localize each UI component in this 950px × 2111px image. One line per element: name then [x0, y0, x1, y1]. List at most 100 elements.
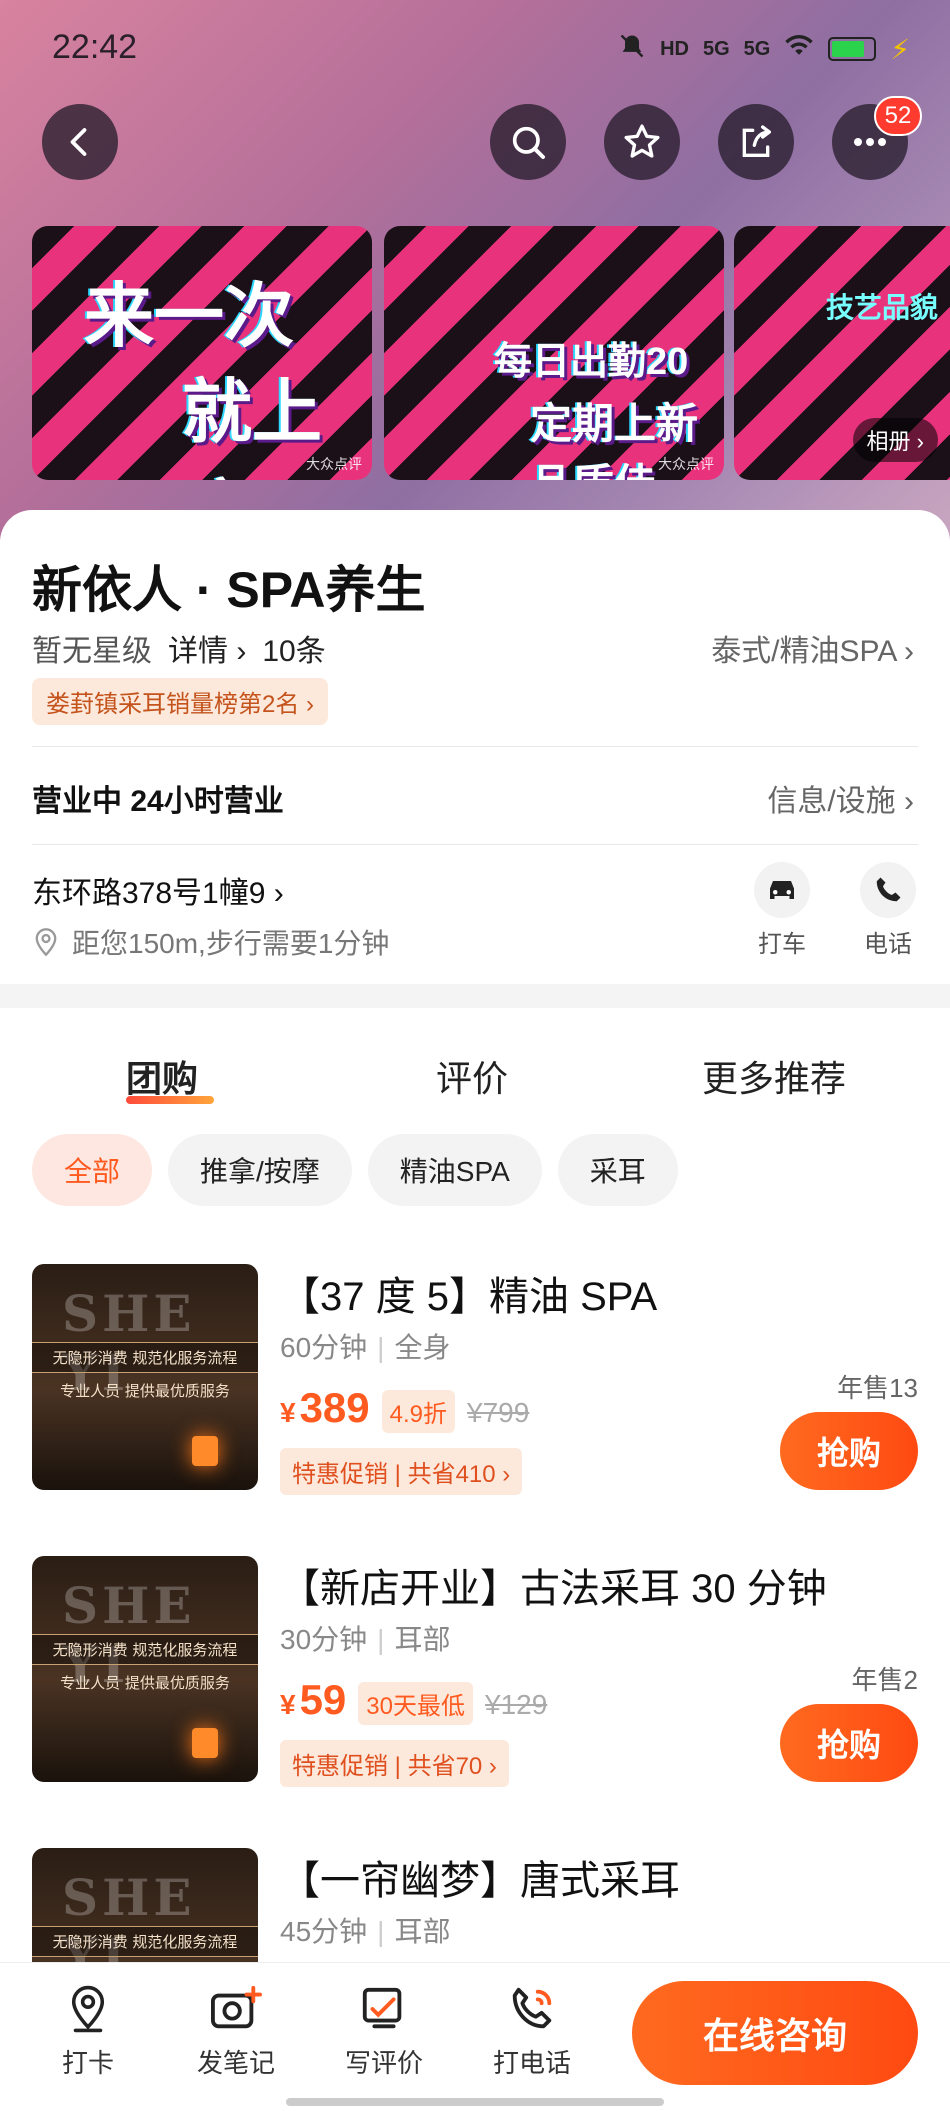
buy-button[interactable]: 抢购 [780, 1704, 918, 1782]
deal-duration: 30分钟 [280, 1624, 368, 1655]
share-icon [742, 125, 771, 157]
hd-icon: HD [660, 37, 689, 60]
promo-tag[interactable]: 特惠促销 | 共省410 › [280, 1448, 523, 1495]
write-review-button[interactable]: 写评价 [324, 1979, 444, 2080]
address-link[interactable]: 东环路378号1幢9 › [32, 868, 284, 912]
detail-link[interactable]: 详情 › [168, 626, 246, 670]
deal-body-part: 耳部 [394, 1624, 451, 1655]
thumb-line-2: 专业人员 提供最优质服务 [60, 1674, 230, 1692]
promo-text: 特惠促销 | 共省70 [292, 1753, 483, 1780]
wifi-icon [784, 34, 814, 64]
promo-tag[interactable]: 特惠促销 | 共省70 › [280, 1740, 509, 1787]
discount-tag: 4.9折 [381, 1390, 456, 1433]
banner-line-1: 技艺品貌 [826, 292, 939, 323]
chevron-left-icon [70, 128, 87, 156]
chip-massage[interactable]: 推拿/按摩 [168, 1134, 352, 1206]
phone-button[interactable]: 电话 [848, 862, 928, 959]
deal-item[interactable]: SHE YI 无隐形消费 规范化服务流程 专业人员 提供最优质服务 【新店开业】… [32, 1556, 918, 1787]
deal-title: 【37 度 5】精油 SPA [280, 1275, 658, 1319]
online-consult-button[interactable]: 在线咨询 [632, 1981, 918, 2085]
more-icon [854, 138, 886, 146]
original-price: ¥799 [467, 1397, 530, 1428]
chip-ear-cleaning[interactable]: 采耳 [557, 1134, 678, 1206]
call-button[interactable]: 打电话 [472, 1979, 592, 2080]
thumb-line-2: 专业人员 提供最优质服务 [60, 1382, 230, 1400]
camera-plus-icon [210, 1985, 262, 2029]
back-button[interactable] [42, 104, 118, 180]
post-note-label: 发笔记 [196, 2048, 275, 2078]
shop-name: 新依人 · SPA养生 [32, 562, 426, 618]
deal-thumbnail: SHE YI 无隐形消费 规范化服务流程 专业人员 提供最优质服务 [32, 1556, 258, 1782]
home-indicator[interactable] [286, 2098, 664, 2106]
more-button[interactable]: 52 [832, 96, 922, 180]
post-note-button[interactable]: 发笔记 [176, 1979, 296, 2080]
phone-icon [876, 877, 901, 902]
tab-reviews[interactable]: 评价 [436, 1050, 508, 1102]
banner-image-1[interactable]: 来一次 就上瘾 大众点评 [32, 226, 372, 480]
buy-button[interactable]: 抢购 [780, 1412, 918, 1490]
search-icon [512, 126, 545, 159]
category-label: 泰式/精油SPA [711, 635, 896, 668]
section-separator [0, 984, 950, 1008]
location-pin-icon [71, 1985, 105, 2033]
phone-call-icon [512, 1987, 552, 2029]
chip-all[interactable]: 全部 [32, 1134, 153, 1206]
category-link[interactable]: 泰式/精油SPA › [711, 626, 914, 670]
taxi-label: 打车 [758, 931, 806, 958]
price-row: ¥ 59 30天最低 ¥129 [280, 1676, 547, 1725]
call-label: 打电话 [492, 2048, 571, 2078]
banner-image-2[interactable]: 每日出勤20 定期上新品质佳 大众点评 [384, 226, 724, 480]
deal-price: 389 [299, 1384, 370, 1431]
banner-image-3[interactable]: 技艺品貌 相册 › [734, 226, 950, 480]
deal-item[interactable]: SHE YI 无隐形消费 规范化服务流程 专业人员 提供最优质服务 【37 度 … [32, 1264, 918, 1495]
candle-decoration [192, 1728, 218, 1758]
original-price: ¥129 [485, 1689, 548, 1720]
currency-symbol: ¥ [280, 1689, 296, 1720]
thumb-line-1: 无隐形消费 规范化服务流程 [32, 1634, 258, 1665]
deal-body-part: 全身 [394, 1332, 451, 1363]
filter-chips: 全部 推拿/按摩 精油SPA 采耳 [32, 1134, 678, 1206]
info-label: 信息/设施 [767, 785, 896, 818]
tab-group-buy[interactable]: 团购 [126, 1050, 198, 1102]
info-facilities-link[interactable]: 信息/设施 › [767, 776, 914, 820]
promo-text: 特惠促销 | 共省410 [292, 1461, 496, 1488]
bottom-action-bar: 打卡 发笔记 写评价 打电话 在线咨询 [0, 1962, 950, 2111]
distance-text: 距您150m,步行需要1分钟 [72, 928, 390, 959]
album-label: 相册 [866, 429, 911, 454]
mute-icon [618, 32, 646, 66]
share-button[interactable] [718, 104, 794, 180]
notification-badge: 52 [874, 96, 922, 136]
deal-price: 59 [299, 1676, 347, 1723]
thumb-line-1: 无隐形消费 规范化服务流程 [32, 1342, 258, 1373]
car-icon [770, 881, 794, 899]
annual-sales: 年售2 [851, 1665, 918, 1695]
chip-oil-spa[interactable]: 精油SPA [367, 1134, 542, 1206]
distance-row: 距您150m,步行需要1分钟 [32, 922, 389, 962]
candle-decoration [192, 1436, 218, 1466]
deal-duration: 60分钟 [280, 1332, 368, 1363]
price-row: ¥ 389 4.9折 ¥799 [280, 1384, 529, 1433]
charging-icon: ⚡ [890, 33, 910, 65]
taxi-button[interactable]: 打车 [742, 862, 822, 959]
album-button[interactable]: 相册 › [852, 418, 938, 462]
deal-title: 【新店开业】古法采耳 30 分钟 [280, 1567, 827, 1611]
deal-thumbnail: SHE YI 无隐形消费 规范化服务流程 专业人员 提供最优质服务 [32, 1264, 258, 1490]
deal-subtitle: 60分钟 | 全身 [280, 1332, 451, 1363]
review-count[interactable]: 10条 [262, 626, 325, 670]
location-icon [35, 928, 57, 957]
business-hours: 营业中 24小时营业 [32, 785, 284, 818]
shop-card: 新依人 · SPA养生 暂无星级 详情 › 10条 泰式/精油SPA › 娄葑镇… [0, 510, 950, 2111]
annual-sales: 年售13 [837, 1373, 918, 1403]
checkin-button[interactable]: 打卡 [28, 1979, 148, 2080]
edit-review-icon [362, 1987, 402, 2029]
favorite-button[interactable] [604, 104, 680, 180]
checkin-label: 打卡 [61, 2048, 114, 2078]
star-level: 暂无星级 [32, 635, 152, 668]
star-icon [624, 124, 660, 158]
status-bar: 22:42 HD 5G 5G ⚡ [0, 0, 950, 96]
search-button[interactable] [490, 104, 566, 180]
status-time: 22:42 [52, 28, 138, 66]
rank-tag[interactable]: 娄葑镇采耳销量榜第2名 › [32, 678, 329, 725]
tab-more-recommendations[interactable]: 更多推荐 [702, 1050, 846, 1102]
signal-icon-2: 5G [743, 37, 771, 60]
